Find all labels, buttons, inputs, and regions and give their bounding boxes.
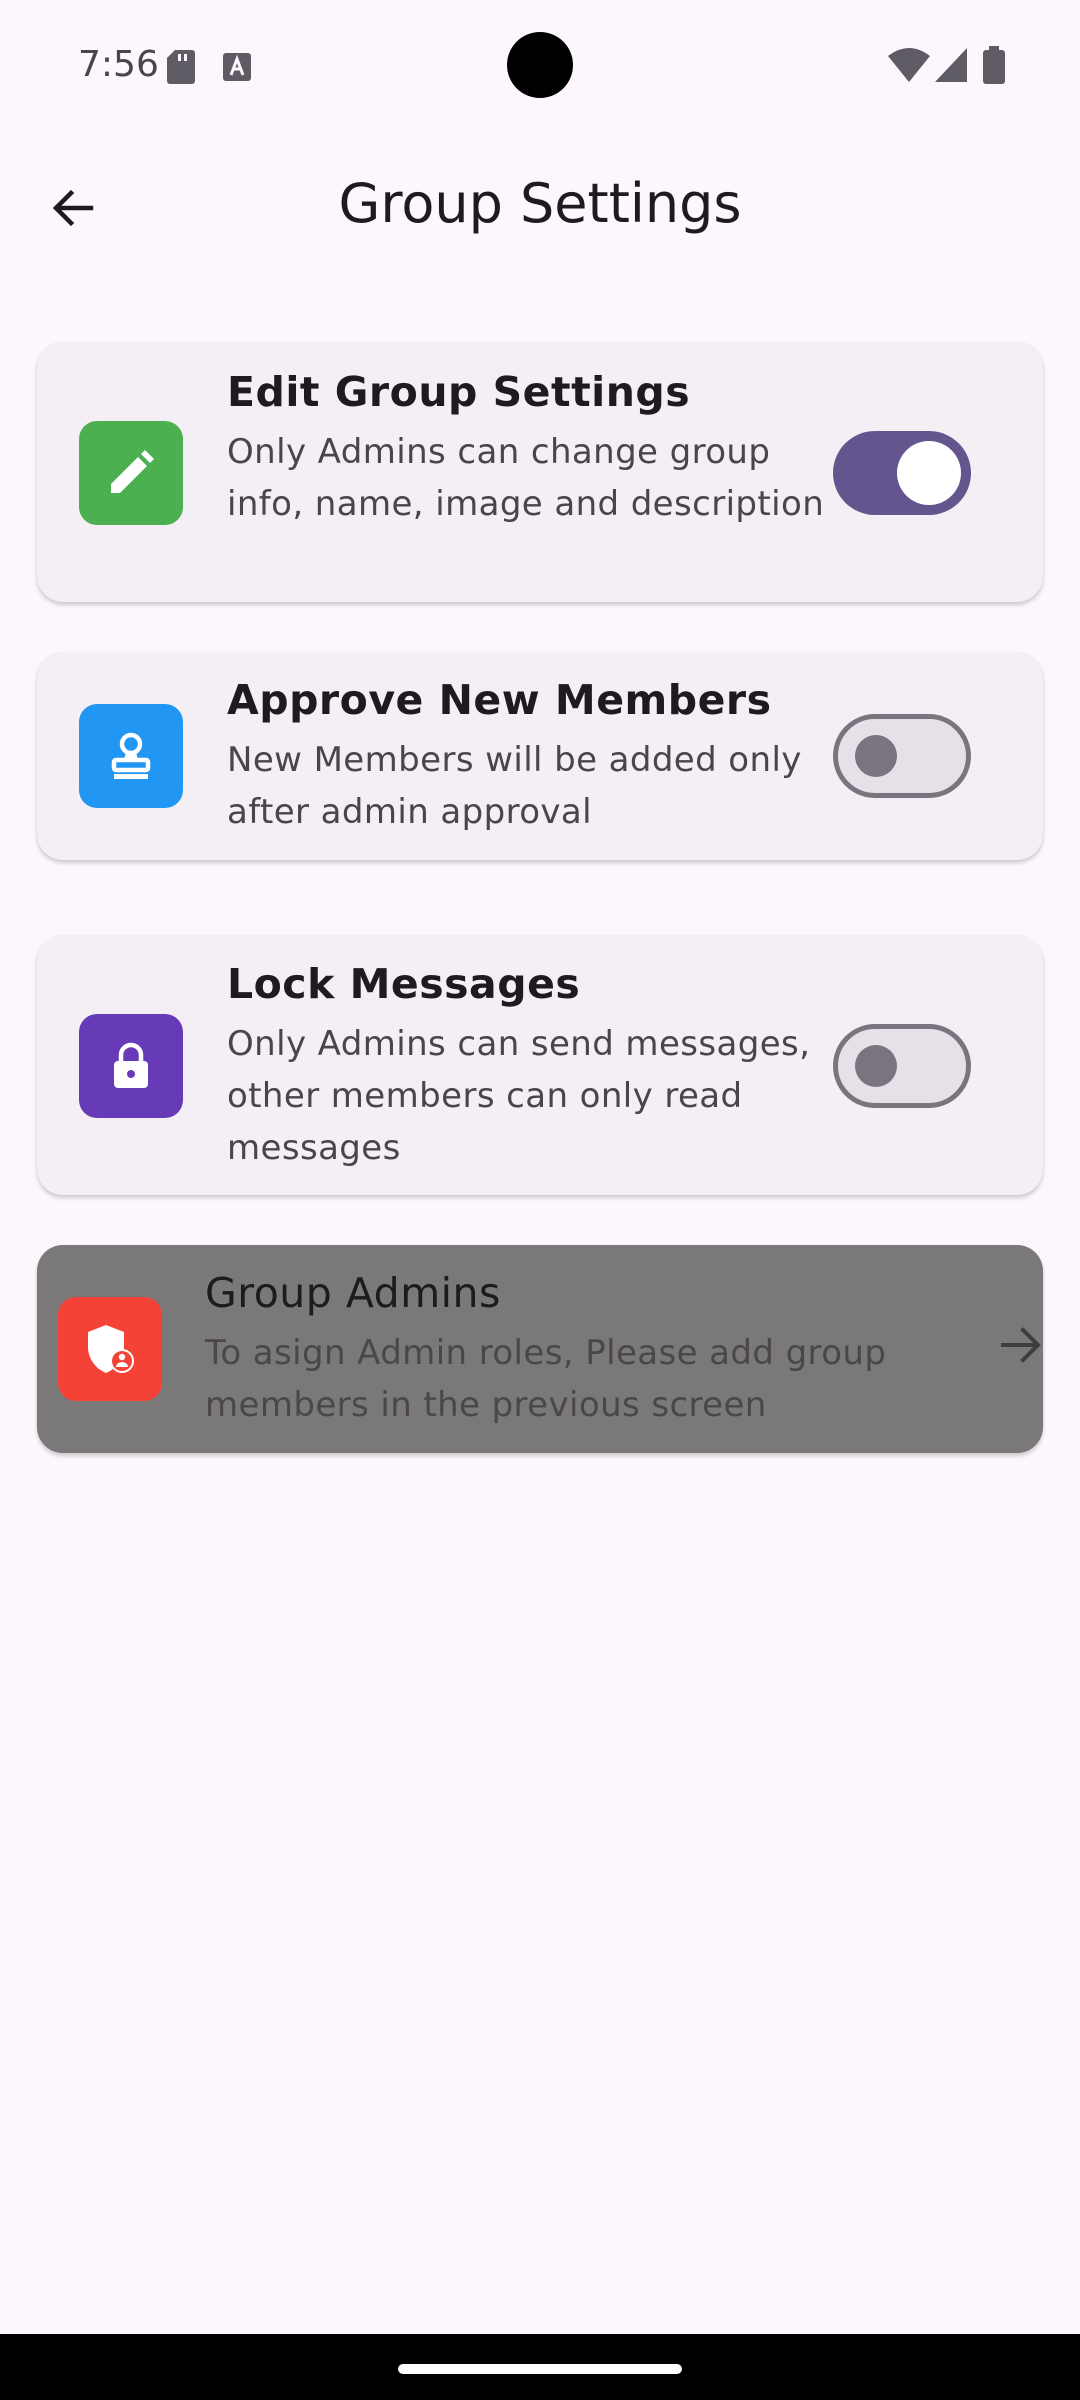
group-admins-card[interactable]: Group Admins To asign Admin roles, Pleas… — [37, 1245, 1043, 1453]
front-camera — [507, 32, 573, 98]
admin-shield-icon — [88, 1325, 134, 1373]
pencil-icon — [111, 450, 154, 493]
arrow-forward-icon — [1001, 1327, 1041, 1363]
signal-icon — [935, 48, 967, 82]
sd-card-icon — [167, 50, 195, 84]
lock-messages-toggle[interactable] — [833, 1024, 971, 1108]
status-time: 7:56 — [78, 44, 159, 85]
setting-card-lock-messages: Lock Messages Only Admins can send messa… — [37, 935, 1043, 1195]
setting-card-edit-group-settings: Edit Group Settings Only Admins can chan… — [37, 342, 1043, 602]
toggle-knob — [855, 735, 897, 777]
setting-description: Only Admins can change group info, name,… — [227, 432, 825, 524]
group-admins-title: Group Admins — [205, 1269, 501, 1317]
status-bar: 7:56 — [0, 0, 1080, 130]
keyboard-a-icon — [223, 53, 251, 81]
home-gesture-handle[interactable] — [398, 2364, 682, 2374]
lock-messages-icon-tile — [79, 1014, 183, 1118]
toggle-knob — [855, 1045, 897, 1087]
wifi-icon — [888, 48, 930, 82]
setting-title: Edit Group Settings — [227, 368, 691, 416]
app-bar: Group Settings — [0, 150, 1080, 260]
stamp-icon — [111, 732, 151, 779]
edit-settings-icon-tile — [79, 421, 183, 525]
lock-icon — [114, 1042, 148, 1088]
approve-members-icon-tile — [79, 704, 183, 808]
setting-title: Approve New Members — [227, 676, 772, 724]
edit-group-settings-toggle[interactable] — [833, 431, 971, 515]
toggle-knob — [897, 441, 961, 505]
group-admins-description: To asign Admin roles, Please add group m… — [205, 1333, 887, 1425]
page-title: Group Settings — [338, 172, 742, 235]
approve-new-members-toggle[interactable] — [833, 714, 971, 798]
setting-card-approve-new-members: Approve New Members New Members will be … — [37, 652, 1043, 860]
setting-title: Lock Messages — [227, 960, 581, 1008]
group-admins-icon-tile — [58, 1297, 162, 1401]
system-navigation-bar — [0, 2334, 1080, 2400]
setting-description: New Members will be added only after adm… — [227, 740, 802, 832]
battery-icon — [983, 46, 1005, 84]
setting-description: Only Admins can send messages, other mem… — [227, 1024, 811, 1168]
